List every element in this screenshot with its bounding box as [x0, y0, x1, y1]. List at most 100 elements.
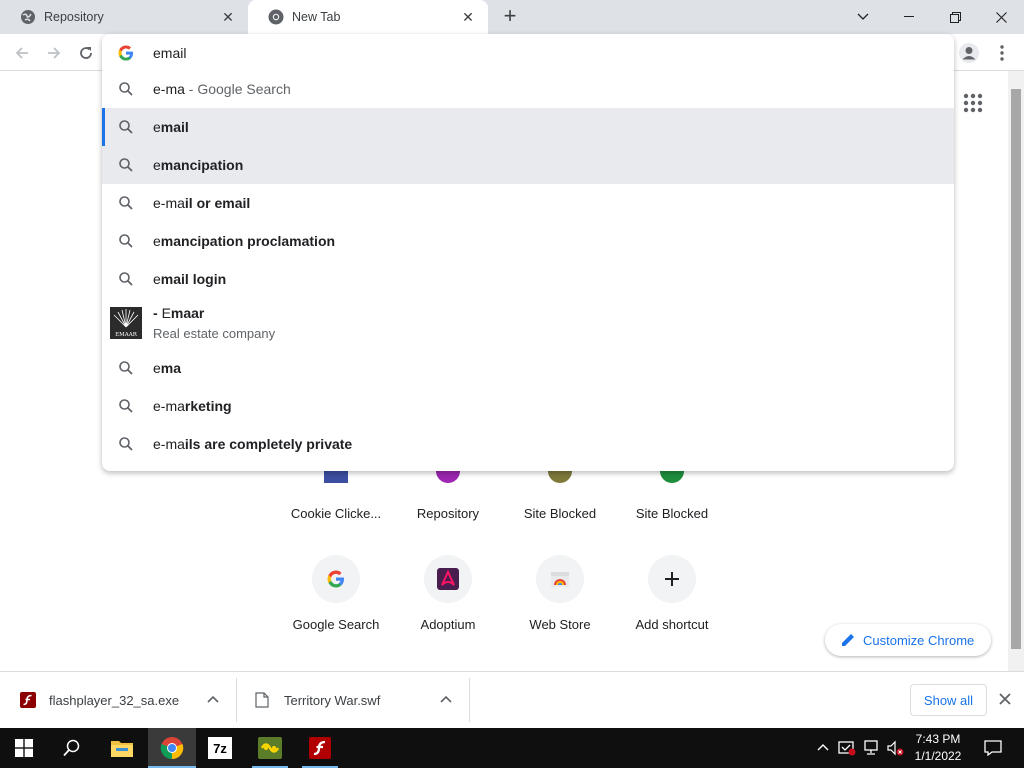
tab-search-chevron-icon[interactable] — [840, 0, 886, 34]
shortcut-tile[interactable]: Cookie Clicke... — [280, 506, 392, 521]
notification-icon[interactable] — [984, 740, 1002, 757]
search-icon — [118, 271, 134, 287]
tab-title: New Tab — [292, 10, 341, 24]
new-tab-plus-icon[interactable]: + — [498, 5, 522, 29]
close-tab-icon[interactable]: ✕ — [220, 9, 236, 25]
suggestion-prefix: e-ma — [153, 436, 185, 452]
shortcut-tile[interactable]: Site Blocked — [616, 506, 728, 521]
suggestion-row[interactable]: ema — [102, 349, 954, 387]
tab-strip: Repository ✕ New Tab ✕ + — [0, 0, 1024, 34]
suggestion-prefix: e — [153, 233, 161, 249]
shortcut-tile[interactable]: Google Search — [280, 555, 392, 632]
show-all-button[interactable]: Show all — [910, 684, 987, 716]
suggestion-completion: ma — [160, 360, 182, 376]
shortcut-label: Site Blocked — [523, 506, 597, 521]
site-blocked-icon — [660, 471, 684, 483]
cookie-clicker-icon — [324, 471, 348, 483]
apps-grid-icon[interactable] — [963, 93, 983, 113]
suggestion-row[interactable]: e-mail or email — [102, 184, 954, 222]
suggestion-prefix: e-ma — [153, 195, 185, 211]
flash-player-icon[interactable] — [296, 728, 344, 768]
shortcut-label: Cookie Clicke... — [290, 506, 382, 521]
suggestion-row[interactable]: emancipation — [102, 146, 954, 184]
close-shelf-icon[interactable] — [998, 692, 1014, 708]
entity-title-rest: maar — [170, 305, 205, 321]
page-scrollbar[interactable] — [1008, 71, 1024, 671]
omnibox-dropdown: email e-ma - Google Search email emancip… — [102, 34, 954, 471]
suggestion-row-selected[interactable]: email — [102, 108, 954, 146]
close-tab-icon[interactable]: ✕ — [460, 9, 476, 25]
suggestion-prefix: e — [153, 271, 161, 287]
search-icon — [118, 233, 134, 249]
suggestion-row[interactable]: emancipation proclamation — [102, 222, 954, 260]
restore-icon[interactable] — [932, 0, 978, 34]
minimize-icon[interactable] — [886, 0, 932, 34]
search-icon — [118, 360, 134, 376]
forward-arrow-icon[interactable] — [41, 40, 67, 66]
tab-title: Repository — [44, 10, 104, 24]
security-warning-icon[interactable] — [838, 740, 856, 756]
close-window-icon[interactable] — [978, 0, 1024, 34]
omnibox-input[interactable]: email — [102, 34, 954, 71]
scrollbar-thumb[interactable] — [1011, 89, 1021, 649]
suggestion-row[interactable]: e-marketing — [102, 387, 954, 425]
search-icon — [118, 436, 134, 452]
download-divider — [236, 678, 237, 722]
entity-suggestion-emaar[interactable]: EMAAR - Emaar Real estate company — [102, 302, 954, 348]
globe-icon — [20, 9, 36, 25]
download-item[interactable]: Territory War.swf — [255, 678, 380, 722]
entity-title-prefix: E — [161, 305, 171, 321]
suggestion-prefix: e — [153, 119, 161, 135]
volume-muted-icon[interactable] — [886, 740, 904, 756]
7zip-label: 7z — [213, 741, 227, 756]
back-arrow-icon[interactable] — [9, 40, 35, 66]
repository-icon — [436, 471, 460, 483]
suggestion-completion: mail — [160, 119, 189, 135]
download-shelf: flashplayer_32_sa.exe Territory War.swf … — [0, 671, 1024, 728]
menu-kebab-icon[interactable] — [989, 40, 1015, 66]
network-icon[interactable] — [862, 740, 878, 756]
tab-repository[interactable]: Repository ✕ — [0, 0, 248, 34]
web-store-icon — [536, 555, 584, 603]
profile-avatar-icon[interactable] — [956, 40, 982, 66]
windows-start-icon[interactable] — [0, 728, 48, 768]
file-icon — [255, 692, 271, 708]
flash-icon — [20, 692, 36, 708]
add-shortcut-tile[interactable]: Add shortcut — [616, 555, 728, 632]
system-clock[interactable]: 7:43 PM 1/1/2022 — [908, 731, 968, 765]
chevron-up-icon[interactable] — [206, 693, 220, 707]
file-explorer-icon[interactable] — [98, 728, 146, 768]
omnibox-text: email — [153, 44, 187, 61]
entity-subtitle: Real estate company — [153, 326, 276, 341]
tray-chevron-up-icon[interactable] — [816, 740, 832, 756]
game-app-icon[interactable] — [246, 728, 294, 768]
suggestion-row[interactable]: e-ma - Google Search — [102, 70, 954, 108]
shortcut-tile[interactable]: Repository — [392, 506, 504, 521]
download-filename: flashplayer_32_sa.exe — [49, 692, 180, 708]
chrome-icon — [268, 9, 284, 25]
shortcut-tile[interactable]: Site Blocked — [504, 506, 616, 521]
suggestion-completion: ils are completely private — [184, 436, 353, 452]
suggestion-row[interactable]: email login — [102, 260, 954, 298]
shortcut-label: Adoptium — [420, 617, 476, 632]
shortcut-tile[interactable]: Web Store — [504, 555, 616, 632]
search-icon — [118, 195, 134, 211]
suggestion-prefix: e — [153, 157, 161, 173]
reload-icon[interactable] — [73, 40, 99, 66]
tab-new-tab[interactable]: New Tab ✕ — [248, 0, 488, 34]
search-icon — [118, 81, 134, 97]
chrome-taskbar-icon[interactable] — [148, 728, 196, 768]
suggestion-row[interactable]: e-mails are completely private — [102, 425, 954, 463]
entity-title-dash: - — [153, 305, 162, 321]
7zip-icon[interactable]: 7z — [196, 728, 244, 768]
chevron-up-icon[interactable] — [439, 693, 453, 707]
customize-chrome-button[interactable]: Customize Chrome — [825, 624, 991, 656]
download-divider — [469, 678, 470, 722]
shortcut-tile[interactable]: Adoptium — [392, 555, 504, 632]
download-item[interactable]: flashplayer_32_sa.exe — [20, 678, 179, 722]
taskbar: 7z 7:43 PM 1/1/2022 — [0, 728, 1024, 768]
emaar-logo-text: EMAAR — [115, 332, 138, 338]
suggestion-completion: mail login — [160, 271, 227, 287]
search-icon[interactable] — [48, 728, 96, 768]
shortcut-label: Web Store — [529, 617, 591, 632]
